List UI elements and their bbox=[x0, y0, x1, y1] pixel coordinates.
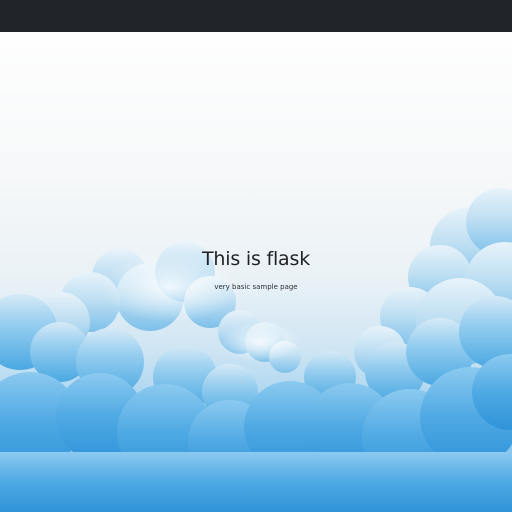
hero-section: This is flask very basic sample page bbox=[0, 32, 512, 512]
hero-title: This is flask bbox=[202, 248, 310, 270]
hero-subtitle: very basic sample page bbox=[214, 283, 298, 291]
hero-content: This is flask very basic sample page bbox=[0, 246, 512, 292]
top-navbar bbox=[0, 0, 512, 32]
